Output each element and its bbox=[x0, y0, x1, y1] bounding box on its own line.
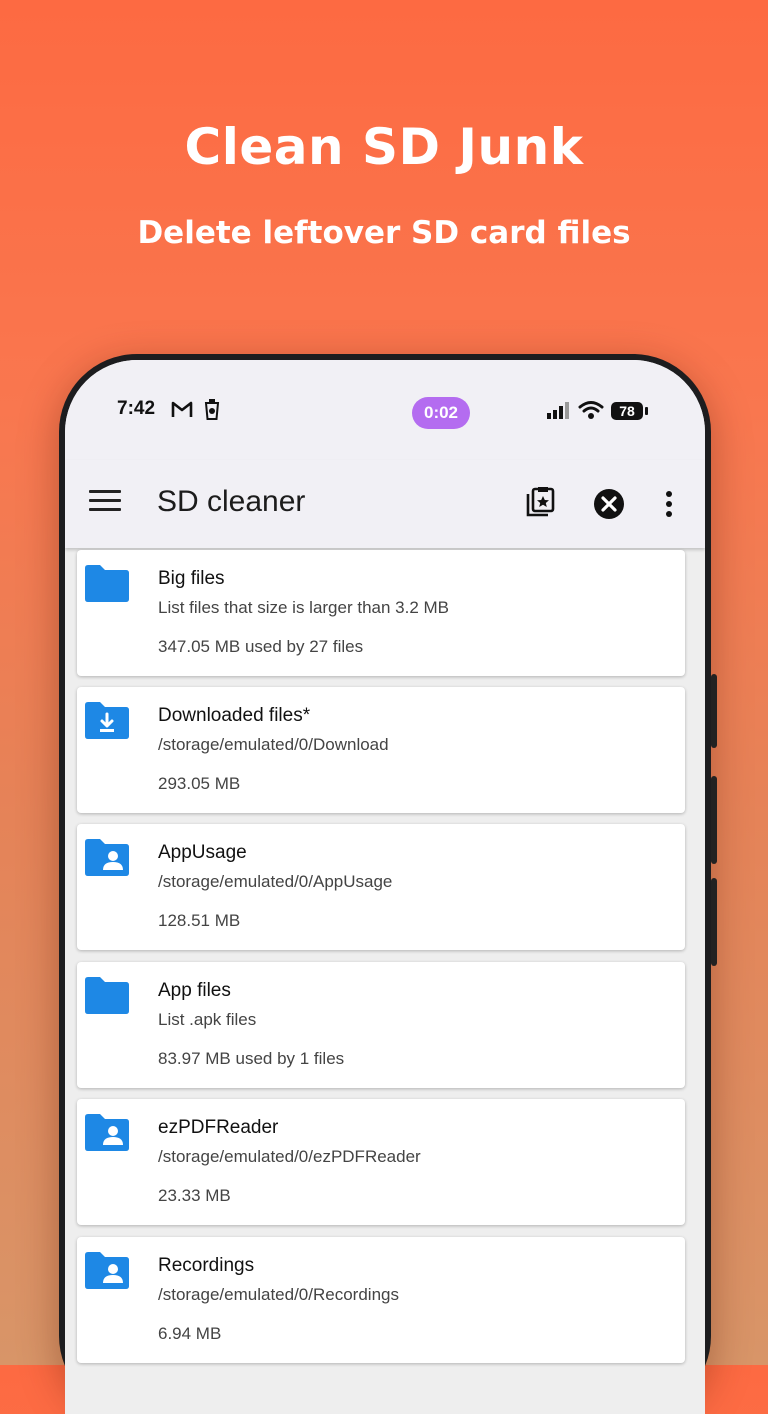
item-size: 23.33 MB bbox=[158, 1186, 231, 1205]
signal-icon bbox=[547, 402, 569, 419]
wifi-icon bbox=[578, 401, 604, 419]
promo-title: Clean SD Junk bbox=[184, 118, 584, 176]
battery-icon bbox=[645, 407, 648, 415]
item-size: 6.94 MB bbox=[158, 1324, 222, 1343]
power-button bbox=[711, 878, 717, 966]
list-item-downloaded-files[interactable]: Downloaded files* /storage/emulated/0/Do… bbox=[77, 687, 685, 813]
phone-frame: 7:42 0:02 78 SD cleaner Big files List f… bbox=[59, 354, 717, 1414]
list-item-big-files[interactable]: Big files List files that size is larger… bbox=[77, 550, 685, 676]
phone-screen: 7:42 0:02 78 SD cleaner Big files List f… bbox=[65, 360, 705, 1414]
cleaner-icon bbox=[204, 399, 220, 420]
item-path: /storage/emulated/0/Download bbox=[158, 735, 389, 754]
list-item-app-files[interactable]: App files List .apk files 83.97 MB used … bbox=[77, 962, 685, 1088]
item-title: Recordings bbox=[158, 1255, 255, 1276]
volume-down-button bbox=[711, 776, 717, 864]
app-title: SD cleaner bbox=[157, 485, 306, 518]
item-size: 128.51 MB bbox=[158, 911, 241, 930]
item-path: List .apk files bbox=[158, 1010, 257, 1029]
list-item-appusage[interactable]: AppUsage /storage/emulated/0/AppUsage 12… bbox=[77, 824, 685, 950]
item-path: /storage/emulated/0/Recordings bbox=[158, 1285, 399, 1304]
item-path: /storage/emulated/0/ezPDFReader bbox=[158, 1147, 421, 1166]
promo-subtitle: Delete leftover SD card files bbox=[137, 215, 631, 251]
gallery-star-icon[interactable] bbox=[519, 482, 563, 526]
item-title: Big files bbox=[158, 568, 225, 589]
item-title: Downloaded files* bbox=[158, 705, 311, 726]
call-timer[interactable]: 0:02 bbox=[412, 397, 470, 429]
item-title: ezPDFReader bbox=[158, 1117, 279, 1138]
item-title: App files bbox=[158, 980, 231, 1001]
user-folder-icon bbox=[85, 839, 129, 876]
status-time: 7:42 bbox=[117, 398, 156, 419]
user-folder-icon bbox=[85, 1114, 129, 1151]
gmail-icon bbox=[171, 401, 193, 417]
item-size: 293.05 MB bbox=[158, 774, 241, 793]
item-path: List files that size is larger than 3.2 … bbox=[158, 598, 450, 617]
folder-icon bbox=[85, 565, 129, 602]
download-folder-icon bbox=[85, 702, 129, 739]
app-bar: SD cleaner bbox=[65, 460, 705, 548]
item-path: /storage/emulated/0/AppUsage bbox=[158, 872, 393, 891]
volume-up-button bbox=[711, 674, 717, 748]
item-size: 347.05 MB used by 27 files bbox=[158, 637, 364, 656]
list-item-recordings[interactable]: Recordings /storage/emulated/0/Recording… bbox=[77, 1237, 685, 1363]
user-folder-icon bbox=[85, 1252, 129, 1289]
list-item-ezpdfreader[interactable]: ezPDFReader /storage/emulated/0/ezPDFRea… bbox=[77, 1099, 685, 1225]
battery-level: 78 bbox=[611, 402, 643, 420]
menu-icon[interactable] bbox=[89, 490, 121, 518]
item-size: 83.97 MB used by 1 files bbox=[158, 1049, 345, 1068]
status-bar: 7:42 0:02 78 bbox=[65, 360, 705, 460]
folder-icon bbox=[85, 977, 129, 1014]
close-circle-icon[interactable] bbox=[587, 482, 631, 526]
more-vert-icon[interactable] bbox=[647, 482, 691, 526]
item-title: AppUsage bbox=[158, 842, 247, 863]
